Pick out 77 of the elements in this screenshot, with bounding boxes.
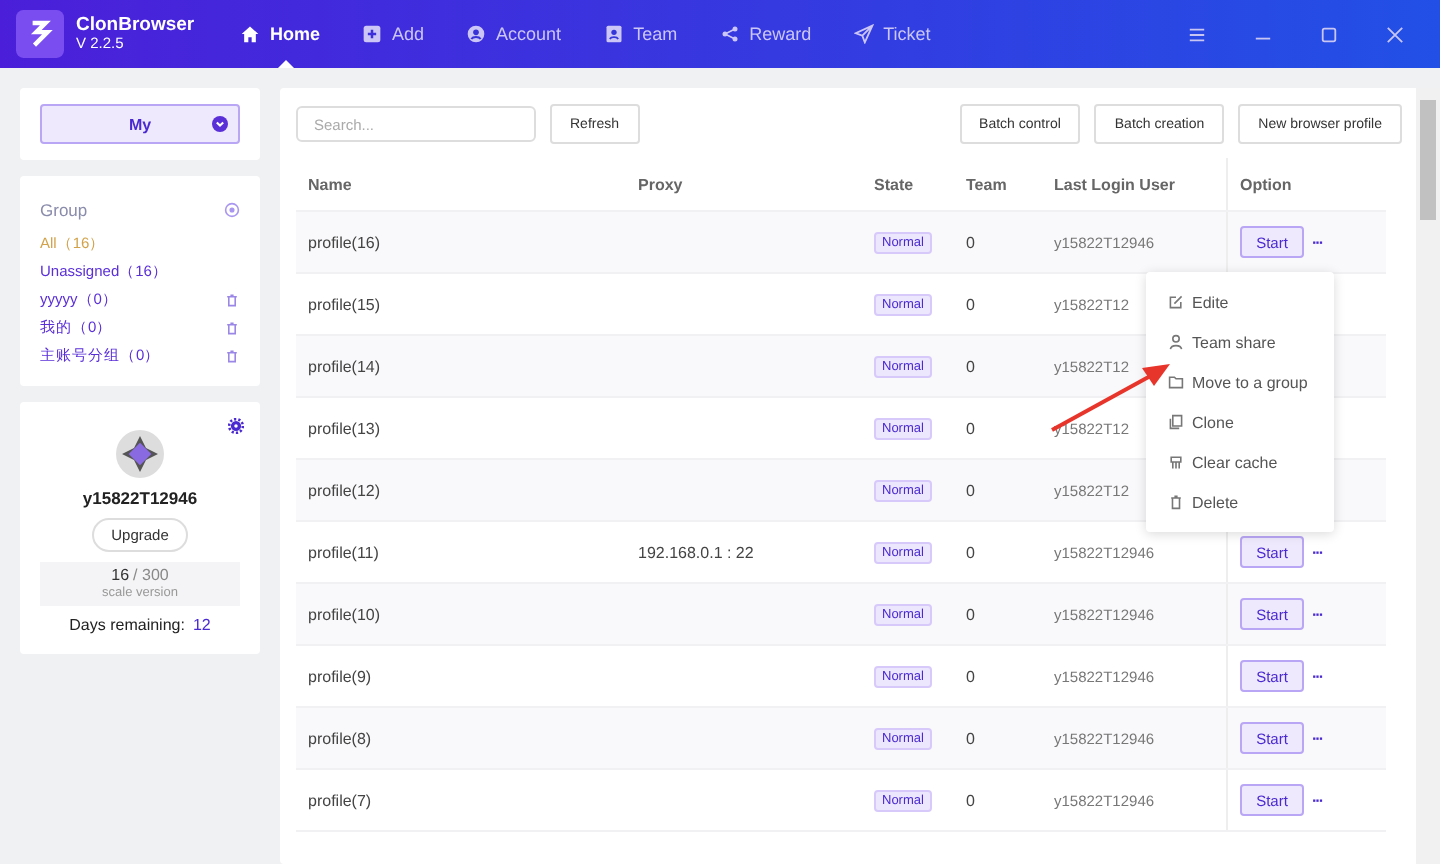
- logo-icon: [16, 10, 64, 58]
- table-cell-text: 0: [964, 603, 977, 627]
- column-header: Name: [306, 173, 354, 197]
- table-cell-text: 0: [964, 479, 977, 503]
- column-header: Proxy: [636, 173, 685, 198]
- avatar-icon: [116, 430, 164, 478]
- brush-icon: [1168, 454, 1184, 470]
- nav-tab[interactable]: Team: [587, 0, 704, 68]
- plus-square-icon: [362, 24, 383, 44]
- app-name: ClonBrowser: [76, 15, 195, 37]
- menu-item[interactable]: Clear cache: [1146, 442, 1334, 482]
- table-cell-text: profile(8): [306, 727, 374, 752]
- table-cell-text: profile(10): [306, 603, 383, 628]
- nav-tab[interactable]: Add: [346, 0, 451, 68]
- trash-icon[interactable]: [224, 292, 240, 308]
- column-header: Option: [1226, 158, 1386, 210]
- user-circle-icon: [466, 24, 487, 44]
- table-cell-text: profile(12): [306, 479, 383, 504]
- add-circle-icon[interactable]: [224, 202, 240, 218]
- table-cell-text: profile(14): [306, 355, 383, 380]
- days-count: 12: [192, 615, 211, 634]
- username: y15822T12946: [82, 488, 198, 508]
- quota-total: / 300: [133, 568, 169, 586]
- trash-icon: [1168, 494, 1184, 510]
- more-button[interactable]: ···: [1312, 667, 1322, 685]
- table-cell-text: 0: [964, 231, 977, 255]
- paper-plane-icon: [853, 24, 874, 44]
- edit-icon: [1168, 294, 1184, 310]
- menu-item[interactable]: Edite: [1146, 282, 1334, 322]
- maximize-icon[interactable]: [1320, 25, 1338, 43]
- scrollbar[interactable]: [1416, 88, 1440, 864]
- more-button[interactable]: ···: [1312, 605, 1322, 623]
- person-icon: [1168, 334, 1184, 350]
- table-cell: 192.168.0.1 : 22: [638, 543, 754, 561]
- nav-tab[interactable]: Account: [450, 0, 588, 68]
- table-cell-text: 0: [964, 541, 977, 565]
- days-label: Days remaining:: [69, 615, 185, 634]
- menu-item[interactable]: Clone: [1146, 402, 1334, 442]
- group-title: Group: [40, 200, 88, 220]
- close-icon[interactable]: [1386, 25, 1404, 43]
- table-cell-text: profile(11): [306, 541, 381, 566]
- table-cell-text: 0: [964, 727, 977, 751]
- chevron-icon: [212, 116, 228, 132]
- scope-select[interactable]: My: [40, 104, 240, 144]
- more-button[interactable]: ···: [1312, 543, 1322, 561]
- menu-item[interactable]: Delete: [1146, 482, 1334, 522]
- table-cell-text: profile(13): [306, 417, 383, 442]
- column-header: State: [872, 173, 916, 197]
- nav-tab[interactable]: Home: [224, 0, 347, 68]
- folder-icon: [1168, 374, 1184, 390]
- table-cell-text: 0: [964, 417, 977, 441]
- nav-tab[interactable]: Reward: [703, 0, 838, 68]
- table-cell-text: profile(9): [306, 665, 374, 690]
- table-cell-text: profile(7): [306, 789, 374, 814]
- table-cell-text: 0: [964, 355, 977, 379]
- table-cell-text: profile(16): [306, 231, 383, 256]
- more-button[interactable]: ···: [1312, 791, 1322, 809]
- home-icon: [240, 24, 260, 44]
- menu-icon[interactable]: [1188, 25, 1206, 43]
- settings-icon[interactable]: [228, 418, 244, 434]
- trash-icon[interactable]: [224, 348, 240, 364]
- nav-tab[interactable]: Ticket: [837, 0, 957, 68]
- quota-used: 16: [111, 568, 130, 586]
- id-card-icon: [603, 24, 624, 44]
- table-cell-text: 0: [964, 789, 977, 813]
- menu-item[interactable]: Team share: [1146, 322, 1334, 362]
- table-cell-text: 0: [964, 665, 977, 689]
- copy-icon: [1168, 414, 1184, 430]
- table-cell-text: profile(15): [306, 293, 383, 318]
- table-cell-text: 0: [964, 293, 977, 317]
- column-header: Team: [964, 173, 1009, 197]
- column-header: Last Login User: [1052, 173, 1177, 198]
- trash-icon[interactable]: [224, 320, 240, 336]
- menu-item[interactable]: Move to a group: [1146, 362, 1334, 402]
- share-icon: [719, 24, 740, 44]
- more-button[interactable]: ···: [1312, 729, 1322, 747]
- more-button[interactable]: ···: [1312, 233, 1322, 251]
